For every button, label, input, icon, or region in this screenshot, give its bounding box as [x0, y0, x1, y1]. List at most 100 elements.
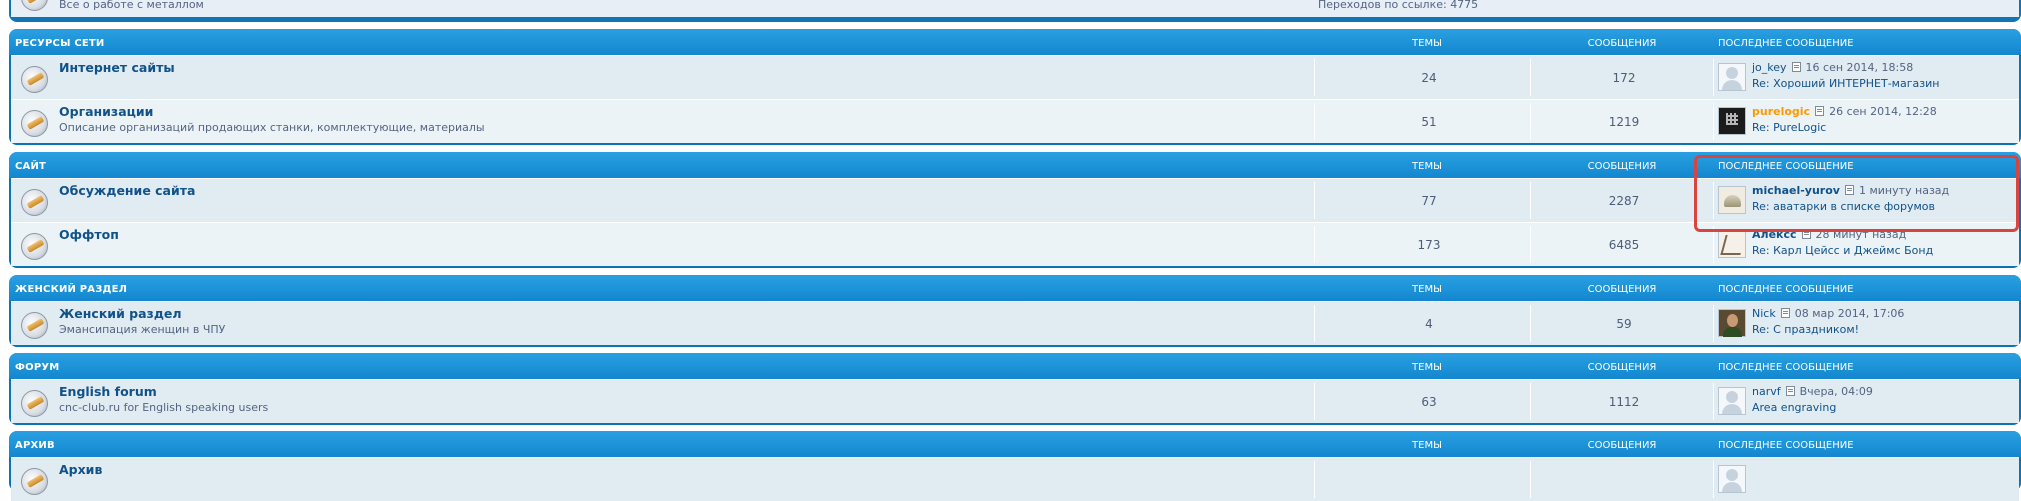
- column-divider: [1530, 226, 1531, 263]
- view-latest-post-icon[interactable]: [1780, 308, 1790, 318]
- forum-title-link[interactable]: Женский раздел: [59, 306, 182, 321]
- column-divider: [1530, 103, 1531, 140]
- forum-title-link[interactable]: Оффтоп: [59, 227, 119, 242]
- last-post-time: 16 сен 2014, 18:58: [1805, 61, 1914, 74]
- forum-row: English forum cnc-club.ru for English sp…: [11, 379, 2019, 423]
- user-avatar[interactable]: [1718, 186, 1746, 214]
- posts-count: 1112: [1608, 395, 1640, 409]
- last-post-subject[interactable]: Re: Хороший ИНТЕРНЕТ-магазин: [1752, 77, 1939, 90]
- view-latest-post-icon[interactable]: [1791, 62, 1801, 72]
- category-title[interactable]: САЙТ: [15, 161, 46, 172]
- last-post-meta: michael-yurov 1 минуту назад: [1752, 184, 1949, 197]
- column-last-post-header: ПОСЛЕДНЕЕ СООБЩЕНИЕ: [1718, 284, 1854, 295]
- column-last-post-header: ПОСЛЕДНЕЕ СООБЩЕНИЕ: [1718, 362, 1854, 373]
- forum-read-icon: [21, 66, 48, 93]
- column-topics-header: ТЕМЫ: [1412, 440, 1442, 451]
- forum-row: Архив: [11, 457, 2019, 501]
- user-avatar[interactable]: [1718, 465, 1746, 493]
- forum-title-link[interactable]: English forum: [59, 384, 157, 399]
- column-divider: [1530, 461, 1531, 498]
- forum-read-icon: [21, 189, 48, 216]
- category-title[interactable]: ФОРУМ: [15, 362, 59, 373]
- posts-count: 2287: [1608, 194, 1640, 208]
- column-topics-header: ТЕМЫ: [1412, 362, 1442, 373]
- forum-row: Оффтоп 173 6485 Алексс 28 минут назад Re:…: [11, 222, 2019, 266]
- category-title[interactable]: АРХИВ: [15, 440, 55, 451]
- category-block-women: ЖЕНСКИЙ РАЗДЕЛ ТЕМЫ СООБЩЕНИЯ ПОСЛЕДНЕЕ …: [9, 275, 2021, 347]
- forum-description: Все о работе с металлом: [59, 0, 204, 11]
- topics-count: 24: [1421, 71, 1437, 85]
- column-divider: [1713, 182, 1714, 219]
- user-avatar[interactable]: [1718, 63, 1746, 91]
- last-post-time: 26 сен 2014, 12:28: [1829, 105, 1937, 118]
- forum-title-link[interactable]: Архив: [59, 462, 102, 477]
- topics-count: 173: [1417, 238, 1441, 252]
- last-post-meta: purelogic 26 сен 2014, 12:28: [1752, 105, 1937, 118]
- view-latest-post-icon[interactable]: [1844, 185, 1854, 195]
- category-title[interactable]: ЖЕНСКИЙ РАЗДЕЛ: [15, 284, 127, 295]
- view-latest-post-icon[interactable]: [1801, 229, 1811, 239]
- category-header: АРХИВ ТЕМЫ СООБЩЕНИЯ ПОСЛЕДНЕЕ СООБЩЕНИЕ: [9, 431, 2021, 457]
- topics-count: 63: [1421, 395, 1437, 409]
- category-title[interactable]: РЕСУРСЫ СЕТИ: [15, 38, 104, 49]
- category-header: ФОРУМ ТЕМЫ СООБЩЕНИЯ ПОСЛЕДНЕЕ СООБЩЕНИЕ: [9, 353, 2021, 379]
- forum-title-link[interactable]: Обсуждение сайта: [59, 183, 195, 198]
- posts-count: 172: [1612, 71, 1636, 85]
- last-post-time: Вчера, 04:09: [1799, 385, 1873, 398]
- last-post-time: 1 минуту назад: [1858, 184, 1950, 197]
- last-post-meta: narvf Вчера, 04:09: [1752, 385, 1873, 398]
- column-topics-header: ТЕМЫ: [1412, 284, 1442, 295]
- user-avatar[interactable]: [1718, 230, 1746, 258]
- forum-row: Обсуждение сайта 77 2287 michael-yurov 1 …: [11, 178, 2019, 222]
- user-avatar[interactable]: [1718, 309, 1746, 337]
- last-post-time: 28 минут назад: [1815, 228, 1907, 241]
- column-divider: [1530, 182, 1531, 219]
- last-post-username[interactable]: michael-yurov: [1752, 184, 1840, 197]
- column-divider: [1314, 461, 1315, 498]
- column-posts-header: СООБЩЕНИЯ: [1587, 284, 1657, 295]
- forum-title-link[interactable]: Организации: [59, 104, 153, 119]
- forum-block-partial: Все о работе с металлом Переходов по ссы…: [9, 0, 2021, 22]
- forum-row: Интернет сайты 24 172 jo_key 16 сен 2014,…: [11, 55, 2019, 99]
- last-post-subject[interactable]: Re: Карл Цейсс и Джеймс Бонд: [1752, 244, 1933, 257]
- column-posts-header: СООБЩЕНИЯ: [1587, 362, 1657, 373]
- last-post-username[interactable]: narvf: [1752, 385, 1781, 398]
- column-divider: [1530, 305, 1531, 342]
- last-post-subject[interactable]: Re: аватарки в списке форумов: [1752, 200, 1935, 213]
- column-divider: [1713, 226, 1714, 263]
- category-header: ЖЕНСКИЙ РАЗДЕЛ ТЕМЫ СООБЩЕНИЯ ПОСЛЕДНЕЕ …: [9, 275, 2021, 301]
- forum-description: Эмансипация женщин в ЧПУ: [59, 323, 226, 336]
- column-posts-header: СООБЩЕНИЯ: [1587, 38, 1657, 49]
- forum-description: cnc-club.ru for English speaking users: [59, 401, 269, 414]
- view-latest-post-icon[interactable]: [1815, 106, 1825, 116]
- forum-read-icon: [21, 0, 48, 11]
- last-post-subject[interactable]: Re: С праздником!: [1752, 323, 1859, 336]
- forum-title-link[interactable]: Интернет сайты: [59, 60, 175, 75]
- last-post-subject[interactable]: Area engraving: [1752, 401, 1836, 414]
- last-post-username[interactable]: Алексс: [1752, 228, 1797, 241]
- last-post-username[interactable]: purelogic: [1752, 105, 1810, 118]
- category-header: САЙТ ТЕМЫ СООБЩЕНИЯ ПОСЛЕДНЕЕ СООБЩЕНИЕ: [9, 152, 2021, 178]
- last-post-username[interactable]: Nick: [1752, 307, 1776, 320]
- forum-read-icon: [21, 233, 48, 260]
- category-header: РЕСУРСЫ СЕТИ ТЕМЫ СООБЩЕНИЯ ПОСЛЕДНЕЕ СО…: [9, 29, 2021, 55]
- user-avatar[interactable]: [1718, 107, 1746, 135]
- column-divider: [1713, 59, 1714, 96]
- posts-count: 6485: [1608, 238, 1640, 252]
- column-divider: [1713, 305, 1714, 342]
- forum-index: Все о работе с металлом Переходов по ссы…: [9, 0, 2021, 501]
- user-avatar[interactable]: [1718, 387, 1746, 415]
- last-post-meta: Nick 08 мар 2014, 17:06: [1752, 307, 1904, 320]
- redirect-count: Переходов по ссылке: 4775: [1318, 0, 1479, 11]
- column-divider: [1314, 226, 1315, 263]
- column-last-post-header: ПОСЛЕДНЕЕ СООБЩЕНИЕ: [1718, 161, 1854, 172]
- last-post-username[interactable]: jo_key: [1752, 61, 1787, 74]
- column-divider: [1713, 461, 1714, 498]
- view-latest-post-icon[interactable]: [1785, 386, 1795, 396]
- category-block-forum: ФОРУМ ТЕМЫ СООБЩЕНИЯ ПОСЛЕДНЕЕ СООБЩЕНИЕ…: [9, 353, 2021, 425]
- forum-read-icon: [21, 468, 48, 495]
- last-post-subject[interactable]: Re: PureLogic: [1752, 121, 1826, 134]
- column-posts-header: СООБЩЕНИЯ: [1587, 161, 1657, 172]
- column-divider: [1314, 383, 1315, 420]
- column-last-post-header: ПОСЛЕДНЕЕ СООБЩЕНИЕ: [1718, 38, 1854, 49]
